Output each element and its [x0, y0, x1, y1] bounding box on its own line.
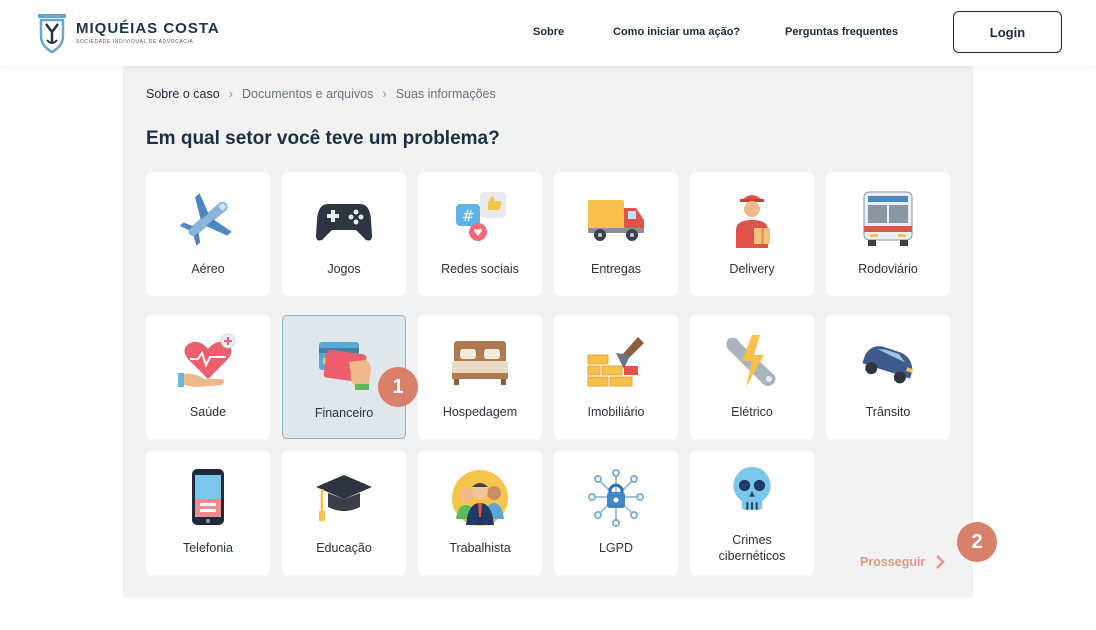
car-crash-icon	[862, 346, 914, 384]
credit-card-icon	[319, 342, 371, 390]
chevron-right-icon: ›	[382, 86, 387, 101]
sector-label: Entregas	[590, 262, 642, 276]
logo-name: MIQUÉIAS COSTA	[76, 19, 220, 37]
sector-label: Delivery	[729, 262, 775, 276]
sector-label: LGPD	[598, 541, 634, 555]
sector-card-eletrico[interactable]: Elétrico	[690, 315, 814, 439]
proceed-label: Prosseguir	[860, 555, 926, 569]
breadcrumb-step-sobre-o-caso[interactable]: Sobre o caso	[146, 87, 220, 101]
sector-label: Rodoviário	[858, 262, 918, 276]
health-heart-icon	[178, 333, 236, 387]
sector-label: Educação	[316, 541, 372, 555]
sector-card-crimes-ciberneticos[interactable]: Crimes cibernéticos	[690, 451, 814, 575]
sector-card-imobiliario[interactable]: Imobiliário	[554, 315, 678, 439]
breadcrumb: Sobre o caso › Documentos e arquivos › S…	[146, 86, 496, 101]
sector-card-hospedagem[interactable]: Hospedagem	[418, 315, 542, 439]
sector-card-jogos[interactable]: Jogos	[282, 172, 406, 296]
sector-label: Crimes cibernéticos	[718, 533, 786, 563]
breadcrumb-step-informacoes[interactable]: Suas informações	[396, 87, 496, 101]
bricks-trowel-icon	[587, 337, 644, 387]
sector-card-educacao[interactable]: Educação	[282, 451, 406, 575]
sector-label: Financeiro	[314, 406, 374, 420]
workers-icon	[452, 470, 508, 526]
sector-label: Jogos	[327, 262, 361, 276]
bus-icon	[863, 191, 913, 246]
sector-card-delivery[interactable]: Delivery	[690, 172, 814, 296]
login-button[interactable]: Login	[953, 11, 1062, 53]
sector-card-entregas[interactable]: Entregas	[554, 172, 678, 296]
gamepad-icon	[316, 204, 372, 241]
graduation-cap-icon	[316, 475, 372, 521]
svg-text:#: #	[462, 207, 475, 225]
truck-icon	[588, 200, 644, 241]
nav-como-iniciar[interactable]: Como iniciar uma ação?	[613, 26, 740, 38]
social-media-icon: #	[456, 192, 506, 241]
sector-label: Telefonia	[182, 541, 234, 555]
nav-sobre[interactable]: Sobre	[533, 26, 564, 38]
wrench-lightning-icon	[726, 335, 776, 387]
sector-card-trabalhista[interactable]: Trabalhista	[418, 451, 542, 575]
logo-subtitle: SOCIEDADE INDIVIDUAL DE ADVOCACIA	[76, 38, 194, 45]
sector-label: Saúde	[189, 405, 227, 419]
proceed-button[interactable]: Prosseguir	[860, 555, 946, 569]
sector-card-transito[interactable]: Trânsito	[826, 315, 950, 439]
sector-card-aereo[interactable]: Aéreo	[146, 172, 270, 296]
sector-card-telefonia[interactable]: Telefonia	[146, 451, 270, 575]
airplane-icon	[179, 193, 232, 246]
chevron-right-icon: ›	[228, 86, 234, 101]
sector-card-redes-sociais[interactable]: # Redes sociais	[418, 172, 542, 296]
sector-label: Redes sociais	[441, 262, 519, 276]
data-lock-icon	[588, 469, 644, 527]
step-badge-2: 2	[957, 522, 997, 562]
sector-label: Imobiliário	[587, 405, 645, 419]
sector-label: Trânsito	[865, 405, 911, 419]
breadcrumb-step-documentos[interactable]: Documentos e arquivos	[242, 87, 373, 101]
skull-icon	[733, 466, 771, 510]
page-title: Em qual setor você teve um problema?	[146, 128, 500, 149]
sector-label: Aéreo	[191, 262, 225, 276]
nav-perguntas-frequentes[interactable]: Perguntas frequentes	[785, 26, 898, 38]
step-badge-1: 1	[378, 367, 418, 407]
sector-label: Hospedagem	[442, 405, 518, 419]
sector-label: Elétrico	[731, 405, 773, 419]
sector-card-saude[interactable]: Saúde	[146, 315, 270, 439]
sector-card-lgpd[interactable]: LGPD	[554, 451, 678, 575]
shield-logo-icon	[38, 14, 66, 54]
chevron-right-icon	[936, 555, 946, 569]
top-header: MIQUÉIAS COSTA SOCIEDADE INDIVIDUAL DE A…	[0, 0, 1096, 66]
bed-icon	[452, 341, 508, 385]
sector-label: Trabalhista	[449, 541, 511, 555]
brand-logo[interactable]: MIQUÉIAS COSTA SOCIEDADE INDIVIDUAL DE A…	[34, 10, 220, 54]
smartphone-icon	[192, 469, 224, 525]
sector-card-rodoviario[interactable]: Rodoviário	[826, 172, 950, 296]
delivery-person-icon	[736, 195, 770, 248]
